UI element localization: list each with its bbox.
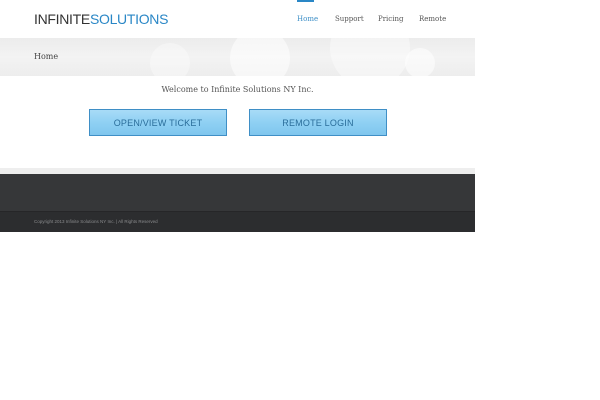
nav-item-pricing[interactable]: Pricing [378, 14, 403, 24]
logo-text-infinite: INFINITE [34, 11, 90, 27]
nav-item-home[interactable]: Home [297, 14, 318, 24]
open-view-ticket-button[interactable]: OPEN/VIEW TICKET [89, 109, 227, 136]
welcome-message: Welcome to Infinite Solutions NY Inc. [161, 85, 314, 94]
logo-text-solutions: SOLUTIONS [89, 11, 169, 27]
remote-login-button[interactable]: REMOTE LOGIN [249, 109, 387, 136]
nav-item-support[interactable]: Support [335, 14, 364, 24]
site-logo[interactable]: INFINITESOLUTIONS [34, 11, 168, 27]
site-header: INFINITESOLUTIONS Home Support Pricing R… [0, 0, 475, 38]
decorative-bokeh [330, 38, 410, 76]
decorative-bokeh [405, 48, 435, 76]
decorative-bokeh [230, 38, 290, 76]
nav-item-remote[interactable]: Remote [419, 14, 446, 24]
active-nav-indicator [297, 0, 314, 2]
breadcrumb-banner [0, 38, 475, 76]
breadcrumb: Home [34, 52, 59, 61]
copyright-text: Copyright 2013 Infinite Solutions NY Inc… [34, 219, 158, 224]
page: INFINITESOLUTIONS Home Support Pricing R… [0, 0, 475, 232]
footer [0, 174, 475, 211]
decorative-bokeh [150, 43, 190, 76]
